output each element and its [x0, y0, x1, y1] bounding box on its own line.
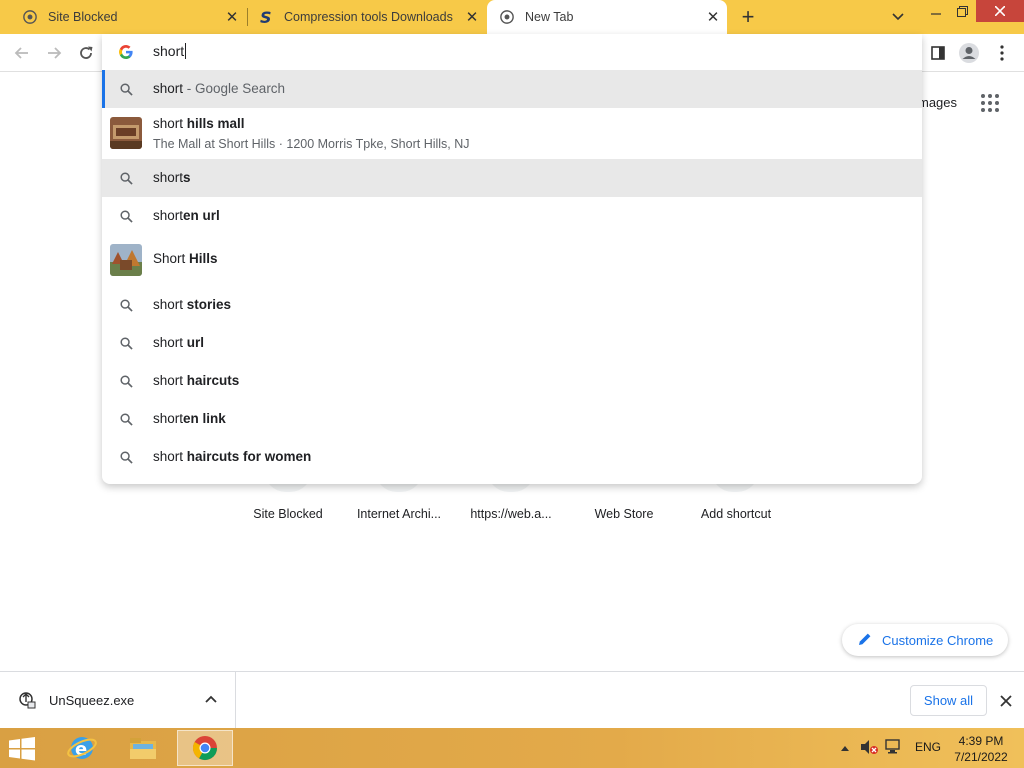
side-panel-icon[interactable] — [926, 41, 950, 65]
tab-close-icon[interactable]: ✕ — [464, 9, 480, 26]
system-clock[interactable]: 4:39 PM 7/21/2022 — [948, 733, 1014, 765]
show-all-button[interactable]: Show all — [910, 685, 987, 716]
installer-file-icon — [18, 691, 36, 709]
s-logo-icon: S — [258, 9, 274, 25]
omnibox-text: short — [153, 43, 185, 59]
tab-title: Compression tools Downloads — [284, 10, 453, 24]
tab-search-chevron-icon[interactable] — [888, 7, 908, 27]
tab-title: Site Blocked — [48, 10, 118, 24]
suggestion-match: stories — [186, 297, 232, 312]
suggestion-text: short — [153, 297, 187, 312]
shortcut-web-store[interactable]: Web Store — [568, 507, 680, 521]
google-g-icon — [118, 44, 134, 60]
suggestion-text: short — [153, 116, 187, 131]
windows-start-icon[interactable] — [8, 737, 38, 761]
chrome-icon — [22, 9, 38, 25]
suggestion-text: short — [153, 373, 187, 388]
suggestion-source: - Google Search — [183, 81, 286, 96]
tab-strip: Site Blocked ✕ S Compression tools Downl… — [0, 0, 1024, 34]
shortcut-web-archive[interactable]: https://web.a... — [455, 507, 567, 521]
customize-label: Customize Chrome — [882, 632, 994, 648]
images-link[interactable]: mages — [918, 95, 957, 110]
apps-grid-icon[interactable] — [980, 93, 1000, 113]
tray-expand-icon[interactable] — [840, 741, 850, 755]
suggestion-subtitle: The Mall at Short Hills · 1200 Morris Tp… — [153, 137, 470, 151]
suggestion-text: short — [153, 208, 184, 223]
close-icon[interactable] — [996, 691, 1016, 711]
search-icon — [118, 81, 134, 97]
search-icon — [118, 170, 134, 186]
tab-new-tab[interactable]: New Tab ✕ — [487, 0, 727, 34]
clock-date: 7/21/2022 — [954, 750, 1008, 764]
suggestion-row[interactable]: short haircuts — [102, 362, 922, 400]
volume-muted-icon[interactable] — [860, 739, 878, 758]
suggestion-match: haircuts — [186, 373, 240, 388]
shortcut-add[interactable]: Add shortcut — [680, 507, 792, 521]
suggestion-row[interactable]: shorten link — [102, 400, 922, 438]
suggestion-row[interactable]: shorten url — [102, 197, 922, 235]
tab-close-icon[interactable]: ✕ — [705, 9, 721, 26]
suggestion-match: en link — [183, 411, 226, 426]
omnibox-dropdown: short short - Google Search short hills … — [102, 34, 922, 484]
internet-explorer-icon[interactable]: e — [54, 730, 110, 766]
window-close-button[interactable] — [976, 0, 1024, 22]
place-thumbnail — [110, 244, 142, 276]
suggestion-text: short — [153, 411, 184, 426]
suggestion-row[interactable]: shorts — [102, 159, 922, 197]
svg-text:S: S — [260, 9, 272, 25]
search-icon — [118, 335, 134, 351]
tab-title: New Tab — [525, 10, 574, 24]
chrome-icon — [499, 9, 515, 25]
suggestion-row[interactable]: short url — [102, 324, 922, 362]
download-filename: UnSqueez.exe — [49, 693, 135, 708]
customize-chrome-button[interactable]: Customize Chrome — [842, 624, 1008, 656]
suggestion-row[interactable]: Short Hills — [102, 235, 922, 285]
chevron-up-icon[interactable] — [204, 692, 220, 708]
suggestion-text: short — [153, 170, 184, 185]
suggestion-row[interactable]: short - Google Search — [102, 70, 922, 108]
search-icon — [118, 208, 134, 224]
back-arrow-icon[interactable] — [10, 41, 34, 65]
suggestion-text: short — [153, 81, 184, 96]
restore-button[interactable] — [946, 0, 978, 22]
search-icon — [118, 449, 134, 465]
suggestion-row[interactable]: short stories — [102, 286, 922, 324]
clock-time: 4:39 PM — [958, 734, 1004, 748]
text-caret — [185, 43, 187, 59]
suggestion-match: haircuts for women — [186, 449, 312, 464]
omnibox-input[interactable]: short — [102, 34, 922, 70]
forward-arrow-icon[interactable] — [42, 41, 66, 65]
suggestion-row[interactable]: short haircuts for women — [102, 438, 922, 476]
search-icon — [118, 297, 134, 313]
reload-icon[interactable] — [74, 41, 98, 65]
suggestion-match: Hills — [189, 251, 218, 266]
tab-compression-tools[interactable]: S Compression tools Downloads ✕ — [236, 0, 486, 34]
chrome-taskbar-icon[interactable] — [177, 730, 233, 766]
search-icon — [118, 411, 134, 427]
pencil-icon — [858, 632, 874, 648]
shortcut-site-blocked[interactable]: Site Blocked — [232, 507, 344, 521]
place-thumbnail — [110, 117, 142, 149]
suggestion-text: short — [153, 335, 187, 350]
new-tab-button[interactable]: + — [736, 4, 760, 29]
windows-taskbar: e ENG 4:39 PM 7/21/2022 — [0, 728, 1024, 768]
tab-site-blocked[interactable]: Site Blocked ✕ — [0, 0, 246, 34]
download-shelf: UnSqueez.exe Show all — [0, 671, 1024, 729]
profile-avatar-icon[interactable] — [957, 41, 981, 65]
menu-kebab-icon[interactable] — [990, 41, 1014, 65]
search-icon — [118, 373, 134, 389]
suggestion-text: short — [153, 449, 187, 464]
shortcut-internet-archive[interactable]: Internet Archi... — [343, 507, 455, 521]
network-icon[interactable] — [885, 739, 903, 758]
suggestion-match: s — [183, 170, 191, 185]
suggestion-text: Short — [153, 251, 190, 266]
suggestion-match: url — [186, 335, 205, 350]
file-explorer-icon[interactable] — [115, 730, 171, 766]
download-item[interactable]: UnSqueez.exe — [0, 672, 236, 729]
suggestion-match: hills mall — [186, 116, 245, 131]
language-indicator[interactable]: ENG — [915, 740, 941, 754]
suggestion-match: en url — [183, 208, 220, 223]
suggestion-row[interactable]: short hills mall The Mall at Short Hills… — [102, 108, 922, 159]
